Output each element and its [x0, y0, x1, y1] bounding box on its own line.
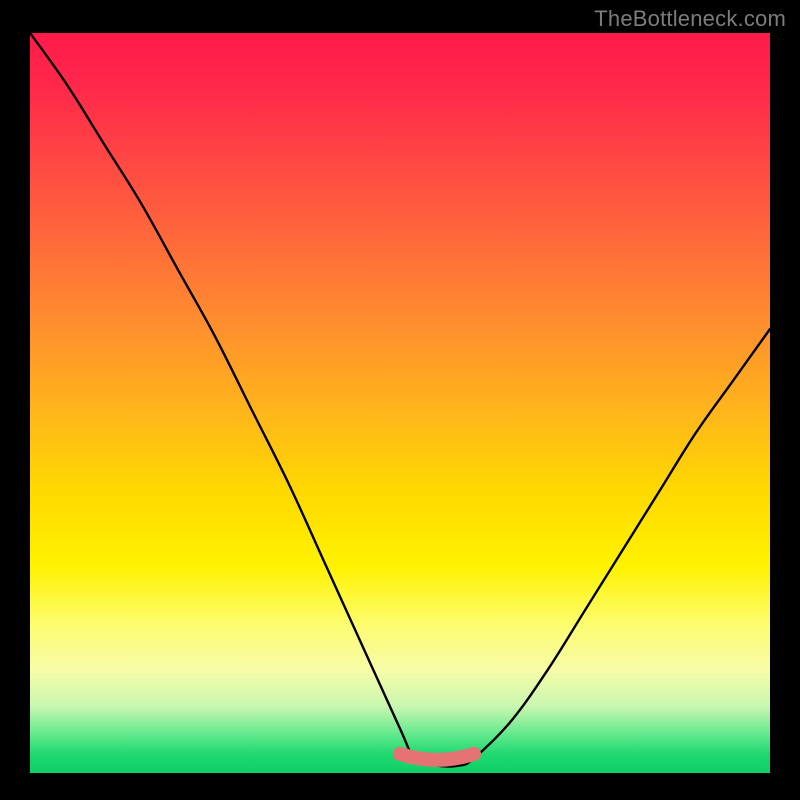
- curve-svg: [30, 33, 770, 773]
- optimum-flat-accent: [400, 754, 474, 760]
- plot-area: [30, 33, 770, 773]
- watermark-text: TheBottleneck.com: [594, 6, 786, 32]
- chart-stage: TheBottleneck.com: [0, 0, 800, 800]
- bottleneck-curve-path: [30, 33, 770, 767]
